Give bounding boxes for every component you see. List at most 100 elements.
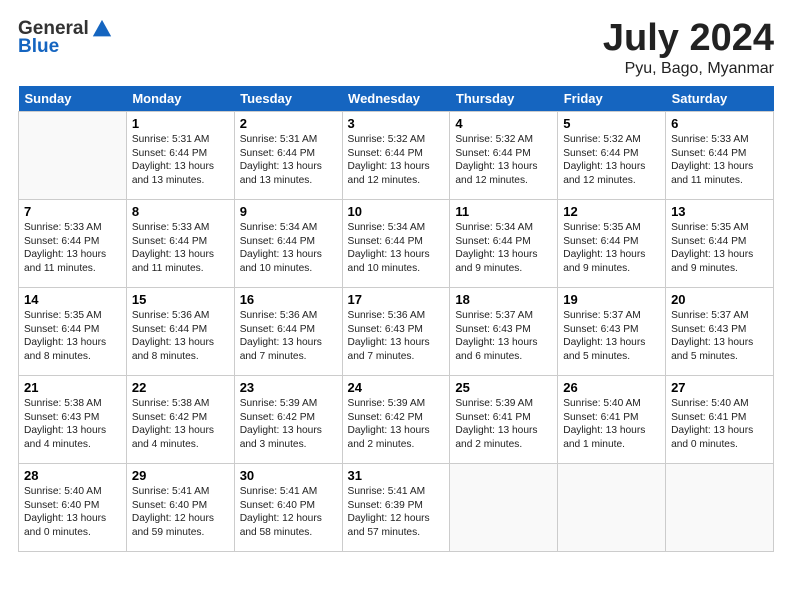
week-row-0: 1Sunrise: 5:31 AMSunset: 6:44 PMDaylight… bbox=[19, 111, 774, 199]
day-header-friday: Friday bbox=[558, 86, 666, 112]
header-row: SundayMondayTuesdayWednesdayThursdayFrid… bbox=[19, 86, 774, 112]
cell-info: and 3 minutes. bbox=[240, 438, 337, 452]
page: General Blue July 2024 Pyu, Bago, Myanma… bbox=[0, 0, 792, 612]
cell-info: Daylight: 13 hours bbox=[240, 160, 337, 174]
calendar-cell: 2Sunrise: 5:31 AMSunset: 6:44 PMDaylight… bbox=[234, 111, 342, 199]
cell-info: Sunrise: 5:40 AM bbox=[563, 397, 660, 411]
cell-info: Daylight: 13 hours bbox=[24, 512, 121, 526]
cell-info: Sunset: 6:44 PM bbox=[132, 323, 229, 337]
calendar-cell: 4Sunrise: 5:32 AMSunset: 6:44 PMDaylight… bbox=[450, 111, 558, 199]
calendar-table: SundayMondayTuesdayWednesdayThursdayFrid… bbox=[18, 86, 774, 552]
calendar-cell: 13Sunrise: 5:35 AMSunset: 6:44 PMDayligh… bbox=[666, 199, 774, 287]
cell-info: and 4 minutes. bbox=[24, 438, 121, 452]
cell-info: Sunset: 6:43 PM bbox=[455, 323, 552, 337]
day-header-monday: Monday bbox=[126, 86, 234, 112]
cell-info: Daylight: 13 hours bbox=[348, 248, 445, 262]
date-number: 9 bbox=[240, 204, 337, 219]
date-number: 13 bbox=[671, 204, 768, 219]
logo: General Blue bbox=[18, 18, 113, 58]
date-number: 20 bbox=[671, 292, 768, 307]
date-number: 30 bbox=[240, 468, 337, 483]
date-number: 24 bbox=[348, 380, 445, 395]
week-row-4: 28Sunrise: 5:40 AMSunset: 6:40 PMDayligh… bbox=[19, 463, 774, 551]
calendar-cell bbox=[666, 463, 774, 551]
cell-info: and 12 minutes. bbox=[455, 174, 552, 188]
cell-info: and 9 minutes. bbox=[455, 262, 552, 276]
calendar-cell: 23Sunrise: 5:39 AMSunset: 6:42 PMDayligh… bbox=[234, 375, 342, 463]
calendar-cell: 8Sunrise: 5:33 AMSunset: 6:44 PMDaylight… bbox=[126, 199, 234, 287]
cell-info: and 1 minute. bbox=[563, 438, 660, 452]
cell-info: Sunrise: 5:34 AM bbox=[455, 221, 552, 235]
cell-info: Sunrise: 5:35 AM bbox=[671, 221, 768, 235]
cell-info: Sunset: 6:43 PM bbox=[24, 411, 121, 425]
week-row-2: 14Sunrise: 5:35 AMSunset: 6:44 PMDayligh… bbox=[19, 287, 774, 375]
date-number: 16 bbox=[240, 292, 337, 307]
cell-info: Sunset: 6:42 PM bbox=[132, 411, 229, 425]
cell-info: and 9 minutes. bbox=[671, 262, 768, 276]
cell-info: Daylight: 13 hours bbox=[132, 248, 229, 262]
cell-info: and 7 minutes. bbox=[348, 350, 445, 364]
date-number: 29 bbox=[132, 468, 229, 483]
cell-info: Daylight: 13 hours bbox=[671, 160, 768, 174]
cell-info: Sunrise: 5:37 AM bbox=[671, 309, 768, 323]
date-number: 7 bbox=[24, 204, 121, 219]
calendar-cell: 14Sunrise: 5:35 AMSunset: 6:44 PMDayligh… bbox=[19, 287, 127, 375]
cell-info: and 11 minutes. bbox=[132, 262, 229, 276]
date-number: 19 bbox=[563, 292, 660, 307]
cell-info: and 0 minutes. bbox=[671, 438, 768, 452]
calendar-cell: 22Sunrise: 5:38 AMSunset: 6:42 PMDayligh… bbox=[126, 375, 234, 463]
calendar-cell: 16Sunrise: 5:36 AMSunset: 6:44 PMDayligh… bbox=[234, 287, 342, 375]
cell-info: Sunrise: 5:41 AM bbox=[240, 485, 337, 499]
cell-info: Sunset: 6:42 PM bbox=[348, 411, 445, 425]
calendar-cell: 17Sunrise: 5:36 AMSunset: 6:43 PMDayligh… bbox=[342, 287, 450, 375]
cell-info: Sunset: 6:41 PM bbox=[563, 411, 660, 425]
cell-info: and 12 minutes. bbox=[563, 174, 660, 188]
day-header-saturday: Saturday bbox=[666, 86, 774, 112]
cell-info: Daylight: 13 hours bbox=[455, 248, 552, 262]
cell-info: and 8 minutes. bbox=[132, 350, 229, 364]
cell-info: Daylight: 13 hours bbox=[348, 336, 445, 350]
cell-info: and 57 minutes. bbox=[348, 526, 445, 540]
cell-info: Daylight: 13 hours bbox=[455, 160, 552, 174]
cell-info: Sunrise: 5:40 AM bbox=[24, 485, 121, 499]
cell-info: Sunrise: 5:41 AM bbox=[132, 485, 229, 499]
cell-info: Daylight: 13 hours bbox=[24, 336, 121, 350]
date-number: 23 bbox=[240, 380, 337, 395]
cell-info: and 58 minutes. bbox=[240, 526, 337, 540]
cell-info: Sunset: 6:41 PM bbox=[455, 411, 552, 425]
cell-info: and 11 minutes. bbox=[671, 174, 768, 188]
logo-blue-text: Blue bbox=[18, 36, 59, 58]
cell-info: Sunset: 6:41 PM bbox=[671, 411, 768, 425]
date-number: 6 bbox=[671, 116, 768, 131]
cell-info: Sunset: 6:44 PM bbox=[348, 147, 445, 161]
cell-info: and 0 minutes. bbox=[24, 526, 121, 540]
cell-info: Sunset: 6:43 PM bbox=[348, 323, 445, 337]
calendar-cell: 18Sunrise: 5:37 AMSunset: 6:43 PMDayligh… bbox=[450, 287, 558, 375]
week-row-1: 7Sunrise: 5:33 AMSunset: 6:44 PMDaylight… bbox=[19, 199, 774, 287]
cell-info: Sunset: 6:44 PM bbox=[671, 147, 768, 161]
cell-info: Daylight: 13 hours bbox=[132, 424, 229, 438]
cell-info: Daylight: 13 hours bbox=[348, 424, 445, 438]
cell-info: Sunset: 6:44 PM bbox=[240, 235, 337, 249]
cell-info: Sunset: 6:44 PM bbox=[455, 147, 552, 161]
cell-info: Sunrise: 5:41 AM bbox=[348, 485, 445, 499]
calendar-cell: 24Sunrise: 5:39 AMSunset: 6:42 PMDayligh… bbox=[342, 375, 450, 463]
cell-info: and 5 minutes. bbox=[671, 350, 768, 364]
cell-info: and 4 minutes. bbox=[132, 438, 229, 452]
cell-info: and 11 minutes. bbox=[24, 262, 121, 276]
logo-icon bbox=[91, 18, 113, 40]
date-number: 25 bbox=[455, 380, 552, 395]
date-number: 14 bbox=[24, 292, 121, 307]
cell-info: Daylight: 13 hours bbox=[132, 160, 229, 174]
cell-info: Sunrise: 5:40 AM bbox=[671, 397, 768, 411]
date-number: 5 bbox=[563, 116, 660, 131]
calendar-cell: 31Sunrise: 5:41 AMSunset: 6:39 PMDayligh… bbox=[342, 463, 450, 551]
cell-info: and 2 minutes. bbox=[348, 438, 445, 452]
date-number: 2 bbox=[240, 116, 337, 131]
cell-info: Sunrise: 5:32 AM bbox=[455, 133, 552, 147]
cell-info: and 7 minutes. bbox=[240, 350, 337, 364]
calendar-cell: 26Sunrise: 5:40 AMSunset: 6:41 PMDayligh… bbox=[558, 375, 666, 463]
calendar-cell: 19Sunrise: 5:37 AMSunset: 6:43 PMDayligh… bbox=[558, 287, 666, 375]
date-number: 3 bbox=[348, 116, 445, 131]
cell-info: Sunset: 6:44 PM bbox=[563, 147, 660, 161]
